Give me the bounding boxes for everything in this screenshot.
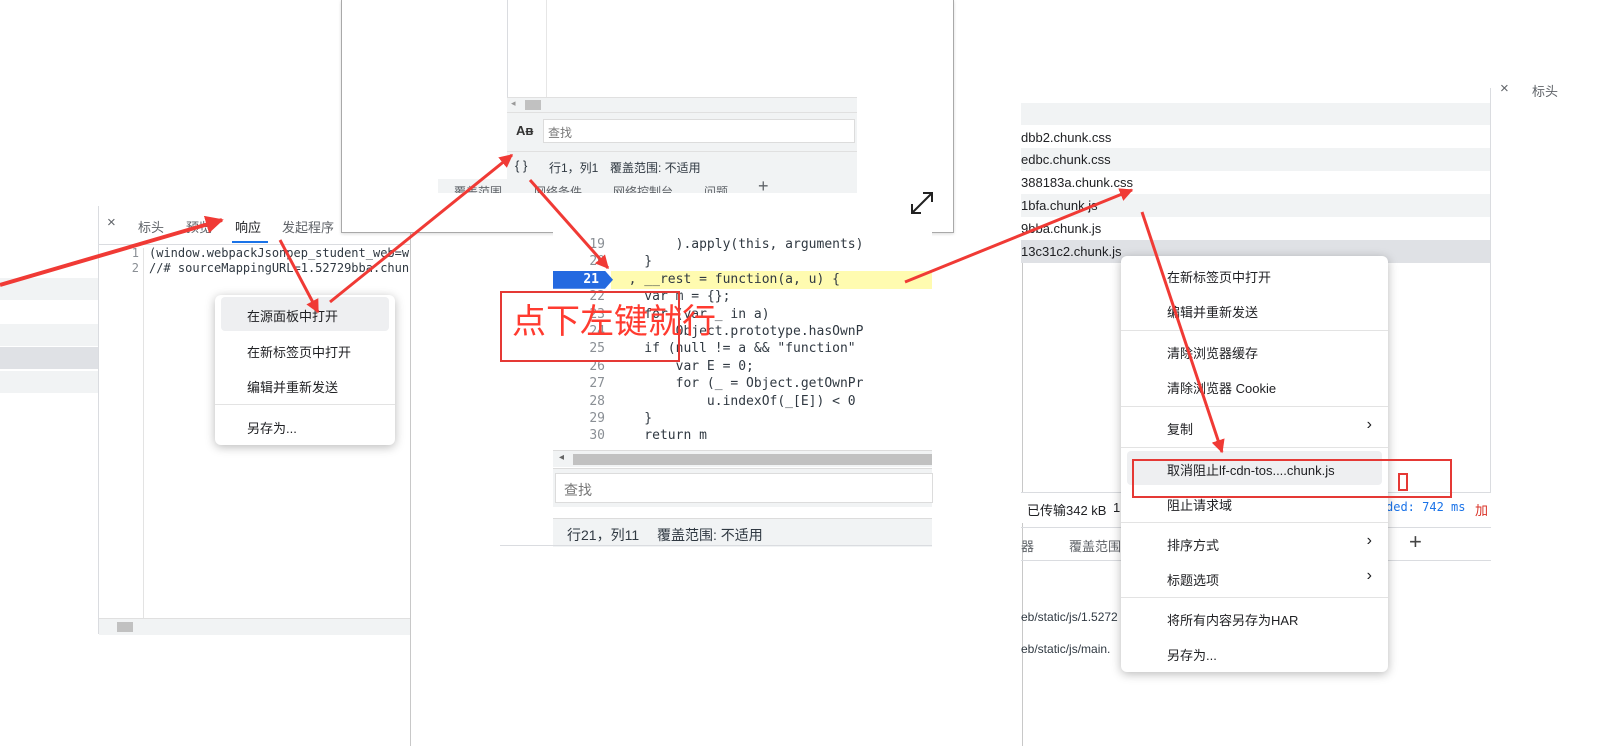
drawer-tab-bar: 覆盖范围 网络条件 网络控制台 问题 +: [438, 179, 857, 193]
tab-partial[interactable]: 器: [1021, 536, 1034, 555]
code-line: return m: [613, 428, 707, 444]
code-line: u.indexOf(_[E]) < 0: [613, 393, 856, 409]
menu-separator: [1121, 522, 1388, 523]
find-bar: Aᴃ 查找: [507, 112, 857, 151]
menu-item-save-har[interactable]: 将所有内容另存为HAR: [1121, 601, 1388, 635]
find-input[interactable]: 查找: [555, 473, 933, 503]
line-number[interactable]: 29: [553, 411, 605, 426]
close-icon[interactable]: ×: [107, 214, 116, 231]
list-row[interactable]: edbc.chunk.css: [1021, 148, 1491, 171]
panel-divider: [1490, 88, 1491, 523]
tab-network-console[interactable]: 网络控制台: [613, 183, 673, 193]
status-bar: 行21，列11 覆盖范围: 不适用: [553, 518, 932, 547]
horizontal-scrollbar[interactable]: [99, 618, 420, 635]
list-row[interactable]: [0, 238, 98, 260]
annotation-text: 点下左键就行: [512, 303, 716, 341]
code-line: }: [613, 254, 653, 270]
list-row[interactable]: 388183a.chunk.css: [1021, 171, 1491, 194]
horizontal-scrollbar[interactable]: ◂: [553, 450, 932, 467]
coverage-status: 覆盖范围: 不适用: [657, 527, 763, 543]
code-line: //# sourceMappingURL=1.52729bba.chunk: [149, 261, 417, 275]
line-number: 1: [131, 246, 139, 260]
chevron-right-icon: ›: [1366, 532, 1372, 549]
menu-item-edit-resend[interactable]: 编辑并重新发送: [1121, 293, 1388, 327]
tab-headers[interactable]: 标头: [1532, 81, 1558, 100]
find-input[interactable]: 查找: [543, 119, 855, 143]
current-line-marker[interactable]: 21: [553, 270, 613, 289]
code-line: ).apply(this, arguments): [613, 237, 864, 252]
close-icon[interactable]: ×: [1500, 80, 1509, 97]
transferred-size: 已传输342 kB: [1027, 503, 1107, 518]
menu-item-open-in-sources[interactable]: 在源面板中打开: [215, 297, 395, 331]
gutter-divider: [507, 0, 508, 98]
tab-initiator[interactable]: 发起程序: [282, 217, 334, 236]
active-tab-indicator: [232, 241, 268, 243]
menu-item-edit-resend[interactable]: 编辑并重新发送: [215, 368, 395, 402]
add-tab-icon[interactable]: +: [758, 179, 769, 193]
code-line: for (_ = Object.getOwnPr: [613, 376, 864, 392]
status-bar: { } 行1，列1 覆盖范围: 不适用: [507, 151, 857, 180]
menu-separator: [1121, 597, 1388, 598]
list-item[interactable]: eb/static/js/1.5272: [1021, 610, 1118, 624]
code-line: (window.webpackJsonpep_student_web=wi: [149, 246, 417, 260]
cursor-marker: [1398, 473, 1408, 491]
menu-item-save-as[interactable]: 另存为...: [1121, 636, 1388, 670]
menu-separator: [215, 404, 395, 405]
list-row[interactable]: [0, 324, 98, 346]
summary-extra: 加: [1475, 503, 1489, 518]
list-item[interactable]: eb/static/js/main.: [1021, 642, 1110, 656]
tab-issues[interactable]: 问题: [704, 183, 728, 193]
horizontal-scrollbar[interactable]: ◂: [507, 97, 857, 112]
tab-preview[interactable]: 预览: [186, 217, 212, 236]
right-list-top: [1021, 88, 1491, 102]
gutter-divider: [143, 248, 144, 618]
divider: [500, 545, 932, 546]
line-number[interactable]: 20: [553, 254, 605, 269]
tab-headers[interactable]: 标头: [138, 217, 164, 236]
line-number[interactable]: 27: [553, 376, 605, 391]
menu-separator: [1121, 330, 1388, 331]
gutter-divider: [546, 0, 547, 98]
list-row[interactable]: dbb2.chunk.css: [1021, 126, 1491, 149]
menu-item-sort-by[interactable]: 排序方式 ›: [1121, 526, 1388, 560]
context-menu: 在源面板中打开 在新标签页中打开 编辑并重新发送 另存为...: [215, 295, 395, 445]
coverage-status: 覆盖范围: 不适用: [610, 161, 701, 175]
pretty-print-icon[interactable]: { }: [515, 158, 527, 173]
line-number[interactable]: 28: [553, 394, 605, 409]
code-line: }: [613, 411, 653, 426]
line-number[interactable]: 30: [553, 428, 605, 443]
menu-separator: [1121, 447, 1388, 448]
add-tab-icon[interactable]: +: [1409, 529, 1422, 555]
menu-item-header-options[interactable]: 标题选项 ›: [1121, 561, 1388, 595]
menu-item-clear-cookies[interactable]: 清除浏览器 Cookie: [1121, 369, 1388, 403]
chevron-right-icon: ›: [1366, 416, 1372, 433]
tab-coverage[interactable]: 覆盖范围: [1069, 536, 1121, 555]
menu-separator: [1121, 406, 1388, 407]
left-request-list: [0, 238, 98, 403]
tab-response[interactable]: 响应: [235, 217, 261, 236]
tab-network-conditions[interactable]: 网络条件: [534, 183, 582, 193]
menu-item-save-as[interactable]: 另存为...: [215, 409, 395, 443]
line-number: 2: [131, 261, 139, 275]
list-row[interactable]: [0, 371, 98, 393]
list-row[interactable]: 9bba.chunk.js: [1021, 217, 1491, 240]
menu-item-copy[interactable]: 复制 ›: [1121, 410, 1388, 444]
list-row[interactable]: [0, 278, 98, 300]
tab-coverage[interactable]: 覆盖范围: [454, 183, 502, 193]
cursor-position: 行21，列11: [567, 527, 640, 543]
menu-item-open-new-tab[interactable]: 在新标签页中打开: [215, 333, 395, 367]
find-bar: 查找: [553, 468, 933, 507]
code-line: , __rest = function(a, u) {: [613, 271, 840, 287]
menu-item-open-new-tab[interactable]: 在新标签页中打开: [1121, 258, 1388, 292]
line-number[interactable]: 19: [553, 237, 605, 252]
chevron-right-icon: ›: [1366, 567, 1372, 584]
list-row-selected[interactable]: [0, 347, 98, 369]
request-list: dbb2.chunk.css edbc.chunk.css 388183a.ch…: [1021, 102, 1491, 263]
load-time: ded: 742 ms: [1386, 500, 1466, 514]
match-case-icon[interactable]: Aᴃ: [516, 123, 533, 138]
list-row[interactable]: 1bfa.chunk.js: [1021, 194, 1491, 217]
menu-item-clear-cache[interactable]: 清除浏览器缓存: [1121, 334, 1388, 368]
expand-icon[interactable]: [905, 186, 939, 220]
cursor-position: 行1，列1: [549, 161, 599, 175]
